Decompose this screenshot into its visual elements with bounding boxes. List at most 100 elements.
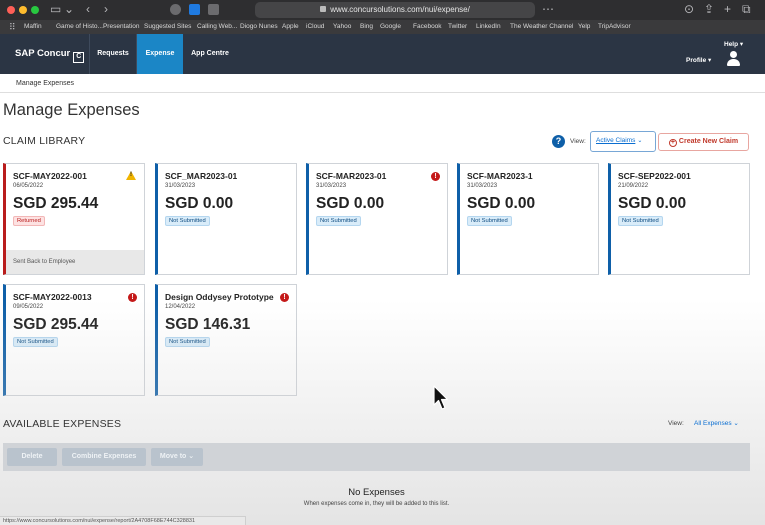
bookmark[interactable]: Diogo Nunes (240, 22, 278, 32)
claim-date: 06/05/2022 (13, 183, 44, 189)
status-badge: Not Submitted (165, 216, 210, 226)
claim-card[interactable]: SCF_MAR2023-01 31/03/2023 SGD 0.00 Not S… (155, 163, 297, 275)
claim-name: Design Oddysey Prototype (165, 292, 274, 302)
claim-amount: SGD 0.00 (316, 195, 385, 212)
bookmark[interactable]: Calling Web... (197, 22, 237, 32)
back-icon[interactable]: ‹ (86, 2, 90, 16)
claim-card[interactable]: SCF-SEP2022-001 21/09/2022 SGD 0.00 Not … (608, 163, 750, 275)
claim-name: SCF-SEP2022-001 (618, 171, 691, 181)
claim-date: 09/05/2022 (13, 304, 44, 310)
claim-date: 31/03/2023 (467, 183, 498, 189)
help-label: Help (724, 41, 739, 48)
claim-library-title: CLAIM LIBRARY (3, 135, 86, 147)
combine-expenses-button[interactable]: Combine Expenses (62, 448, 146, 466)
alert-icon: ! (128, 293, 137, 302)
new-tab-icon[interactable]: + (724, 2, 731, 16)
status-badge: Not Submitted (618, 216, 663, 226)
bookmark[interactable]: Apple (282, 22, 299, 32)
status-badge: Not Submitted (316, 216, 361, 226)
nav-item-app-centre[interactable]: App Centre (183, 34, 237, 74)
link-status-bar: https://www.concursolutions.com/nui/expe… (0, 516, 246, 525)
bookmark[interactable]: Facebook (413, 22, 442, 32)
bookmark[interactable]: Yahoo (333, 22, 351, 32)
claim-card[interactable]: SCF-MAR2023-1 31/03/2023 SGD 0.00 Not Su… (457, 163, 599, 275)
chevron-down-icon[interactable]: ⌄ (64, 2, 74, 16)
claim-card[interactable]: Design Oddysey Prototype ! 12/04/2022 SG… (155, 284, 297, 396)
claim-amount: SGD 295.44 (13, 195, 99, 212)
move-to-button[interactable]: Move to ⌄ (151, 448, 203, 466)
bookmark[interactable]: Yelp (578, 22, 590, 32)
bookmark[interactable]: The Weather Channel (510, 22, 573, 32)
view-label: View: (668, 420, 684, 427)
view-select-value: Active Claims (596, 137, 636, 144)
close-window-button[interactable] (7, 6, 15, 14)
bookmark[interactable]: iCloud (306, 22, 324, 32)
claim-card[interactable]: SCF-MAY2022-001 ! 06/05/2022 SGD 295.44 … (3, 163, 145, 275)
claim-name: SCF-MAR2023-01 (316, 171, 387, 181)
claim-card[interactable]: SCF-MAY2022-0013 ! 09/05/2022 SGD 295.44… (3, 284, 145, 396)
nav-item-expense[interactable]: Expense (137, 34, 183, 74)
empty-state-title: No Expenses (348, 487, 405, 498)
chevron-down-icon: ⌄ (733, 420, 739, 427)
minimize-window-button[interactable] (19, 6, 27, 14)
claims-view-select[interactable]: Active Claims ⌄ (590, 131, 656, 152)
nav-item-requests[interactable]: Requests (90, 34, 136, 74)
bookmark[interactable]: Suggested Sites (144, 22, 191, 32)
brand-mark: C (73, 52, 85, 63)
claim-name: SCF_MAR2023-01 (165, 171, 238, 181)
status-badge: Not Submitted (13, 337, 58, 347)
alert-icon: ! (431, 172, 440, 181)
bookmark[interactable]: Game of Histo...Presentation (56, 22, 139, 32)
claim-footer: Sent Back to Employee (6, 250, 144, 274)
download-icon[interactable]: ⊙ (684, 2, 694, 16)
address-bar[interactable]: www.concursolutions.com/nui/expense/ (255, 2, 535, 18)
bookmark[interactable]: LinkedIn (476, 22, 501, 32)
claim-name: SCF-MAY2022-001 (13, 171, 87, 181)
status-badge: Not Submitted (467, 216, 512, 226)
help-menu[interactable]: Help ▾ (724, 40, 743, 48)
concur-logo[interactable]: SAP Concur C (15, 48, 85, 63)
bookmark[interactable]: Maffin (24, 22, 42, 32)
brand-name: SAP Concur (15, 48, 71, 59)
checkbox-extension-icon[interactable] (189, 4, 200, 15)
create-new-claim-button[interactable]: + Create New Claim (658, 133, 749, 151)
zoom-window-button[interactable] (31, 6, 39, 14)
create-claim-label: Create New Claim (678, 138, 739, 145)
bookmark[interactable]: TripAdvisor (598, 22, 631, 32)
claim-amount: SGD 0.00 (618, 195, 687, 212)
bookmark[interactable]: Bing (360, 22, 373, 32)
available-expenses-title: AVAILABLE EXPENSES (3, 418, 122, 430)
move-to-label: Move to (159, 453, 187, 460)
chevron-down-icon: ⌄ (637, 138, 643, 144)
empty-state-subtitle: When expenses come in, they will be adde… (303, 501, 450, 507)
bookmarks-grid-icon[interactable]: ⠿ (9, 20, 16, 34)
help-icon[interactable]: ? (552, 135, 565, 148)
extension-icon[interactable] (170, 4, 181, 15)
chevron-down-icon: ▾ (739, 41, 744, 48)
warning-icon: ! (126, 171, 136, 180)
share-icon[interactable]: ⇪ (704, 2, 714, 16)
bookmark[interactable]: Twitter (448, 22, 467, 32)
claim-name: SCF-MAY2022-0013 (13, 292, 92, 302)
claim-card[interactable]: SCF-MAR2023-01 ! 31/03/2023 SGD 0.00 Not… (306, 163, 448, 275)
breadcrumb[interactable]: Manage Expenses (16, 80, 74, 87)
avatar[interactable] (726, 51, 740, 67)
sidebar-icon[interactable]: ▭ (50, 2, 61, 16)
status-badge: Returned (13, 216, 45, 226)
browser-toolbar: ▭ ⌄ ‹ › www.concursolutions.com/nui/expe… (0, 0, 765, 20)
shield-extension-icon[interactable] (208, 4, 219, 15)
expenses-view-select[interactable]: All Expenses ⌄ (694, 419, 739, 427)
claim-amount: SGD 0.00 (165, 195, 234, 212)
forward-icon[interactable]: › (104, 2, 108, 16)
more-icon[interactable]: ⋯ (542, 2, 554, 16)
tab-overview-icon[interactable]: ⧉ (742, 2, 751, 16)
divider (0, 92, 765, 93)
claim-date: 31/03/2023 (316, 183, 347, 189)
view-label: View: (570, 138, 586, 145)
bookmarks-bar: ⠿ Maffin Game of Histo...Presentation Su… (0, 20, 765, 34)
app-nav: SAP Concur C Requests Expense App Centre (0, 34, 765, 74)
bookmark[interactable]: Google (380, 22, 401, 32)
profile-menu[interactable]: Profile ▾ (686, 56, 711, 64)
delete-button[interactable]: Delete (7, 448, 57, 466)
plus-icon: + (668, 139, 677, 147)
